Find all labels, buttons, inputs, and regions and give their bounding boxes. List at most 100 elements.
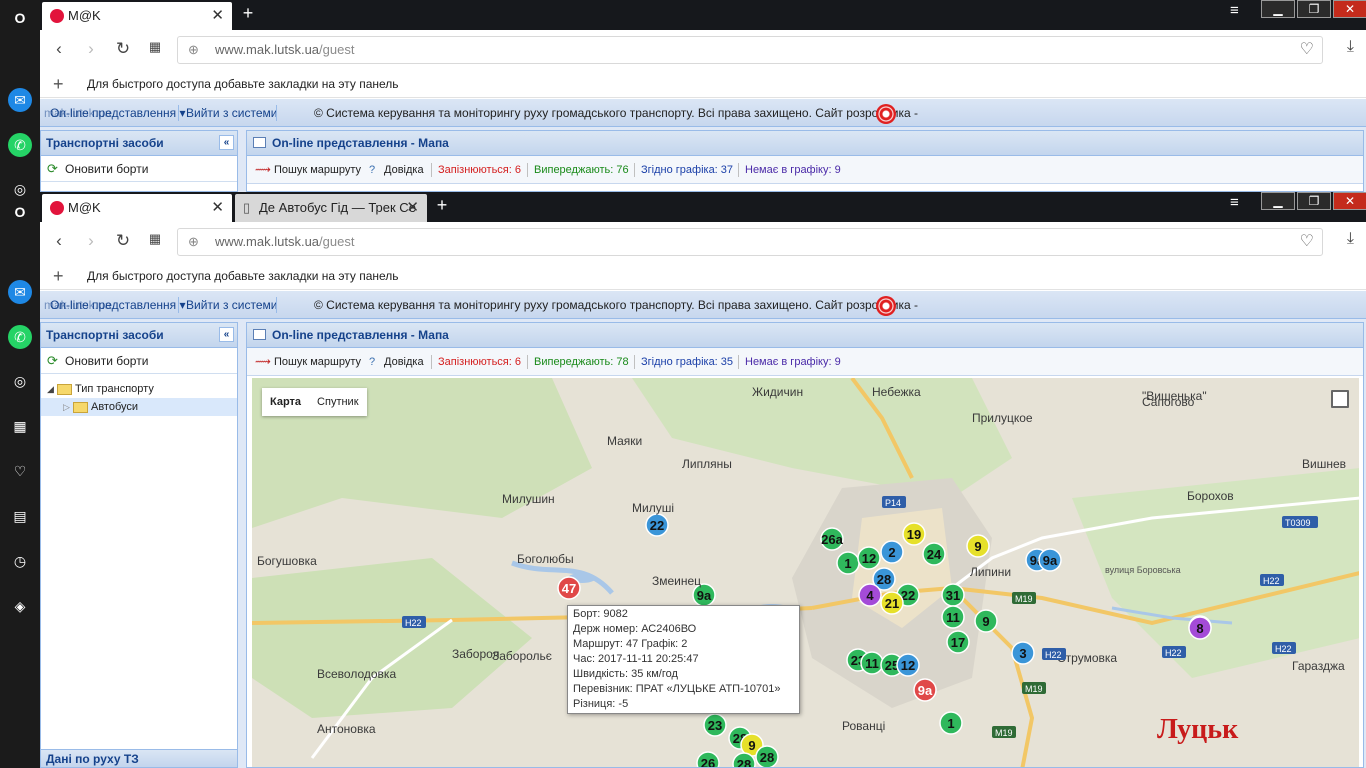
svg-text:H22: H22 <box>1165 648 1182 658</box>
tab-bus-guide[interactable]: ▯ Де Автобус Гід — Трек Се ✕ <box>235 194 427 222</box>
map-type-control[interactable]: Карта Спутник <box>262 388 367 416</box>
road-label: H22 <box>1042 648 1066 660</box>
address-bar-row-2: ‹ › ↻ ▦ ⊕ www.mak.lutsk.ua/guest ♡ ⤓ <box>40 222 1366 262</box>
url-field-2[interactable]: ⊕ www.mak.lutsk.ua/guest ♡ <box>177 228 1323 256</box>
place-labels-layer: Жидичин НебежкаПрилуцкоеСапогово"Вишенька… <box>257 385 1346 738</box>
history-icon[interactable]: ◷ <box>8 549 32 573</box>
download-icon[interactable]: ⤓ <box>1347 38 1354 56</box>
heart-icon[interactable]: ♡ <box>8 459 32 483</box>
tree-node-buses[interactable]: ▷ Автобуси <box>41 398 237 416</box>
forward-icon-2[interactable]: › <box>80 231 102 251</box>
collapse-icon[interactable]: « <box>219 135 234 150</box>
speed-dial-icon[interactable]: ▦ <box>144 39 166 55</box>
refresh-icon-2: ⟳ <box>47 353 58 368</box>
menu-online-view[interactable]: On-line представлення ▾ <box>50 99 186 127</box>
map-type-satellite-button[interactable]: Спутник <box>309 388 366 416</box>
place-label: Милушин <box>502 492 555 506</box>
late-count[interactable]: Запізнюються: 6 <box>438 156 521 184</box>
ahead-count[interactable]: Випереджають: 76 <box>534 156 629 184</box>
doc-icon: ▯ <box>243 200 251 215</box>
road-label: H22 <box>402 616 426 628</box>
logout-link-2[interactable]: Вийти з системи <box>186 291 277 319</box>
place-label: Боголюбы <box>517 552 574 566</box>
speed-dial-icon-2[interactable]: ▦ <box>144 231 166 247</box>
logout-link[interactable]: Вийти з системи <box>186 99 277 127</box>
place-label: "Вишенька" <box>1142 389 1207 403</box>
reload-icon-2[interactable]: ↻ <box>112 231 134 251</box>
minimize-button[interactable]: ▁ <box>1261 0 1295 18</box>
bookmark-heart-icon-2[interactable]: ♡ <box>1300 229 1314 255</box>
status-bar-2: ⟿ Пошук маршруту ? Довідка Запізнюються:… <box>247 348 1363 376</box>
tab-mak[interactable]: M@K ✕ <box>42 2 232 30</box>
folder-icon <box>56 383 72 395</box>
developer-logo[interactable] <box>876 103 896 124</box>
window-close-button-2[interactable]: ✕ <box>1333 192 1366 210</box>
forward-icon[interactable]: › <box>80 39 102 59</box>
route-search-link-2[interactable]: Пошук маршруту <box>274 348 361 376</box>
window-close-button[interactable]: ✕ <box>1333 0 1366 18</box>
grid-icon <box>253 137 266 148</box>
late-count-2[interactable]: Запізнюються: 6 <box>438 348 521 376</box>
new-tab-button-2[interactable]: + <box>431 195 453 216</box>
on-schedule-count[interactable]: Згідно графіка: 37 <box>641 156 733 184</box>
vehicle-tooltip: Борт: 9082 Держ номер: АС2406ВО Маршрут:… <box>567 605 800 714</box>
menu-icon[interactable]: ≡ <box>1230 2 1239 19</box>
menu-icon-2[interactable]: ≡ <box>1230 194 1239 211</box>
place-label: Струмовка <box>1057 651 1117 665</box>
new-tab-button[interactable]: + <box>237 3 259 24</box>
tree-node-transport-type[interactable]: ◢ Тип транспорту <box>41 380 237 398</box>
place-label: Милуші <box>632 501 674 515</box>
off-schedule-count[interactable]: Немає в графіку: 9 <box>745 156 841 184</box>
tab-mak-2[interactable]: M@K ✕ <box>42 194 232 222</box>
add-bookmark-icon-2[interactable]: + <box>53 262 64 290</box>
url-field[interactable]: ⊕ www.mak.lutsk.ua/guest ♡ <box>177 36 1323 64</box>
close-icon-3[interactable]: ✕ <box>406 194 419 222</box>
bookmarks-bar-2: + Для быстрого доступа добавьте закладки… <box>40 262 1366 290</box>
news-icon[interactable]: ▤ <box>8 504 32 528</box>
add-bookmark-icon[interactable]: + <box>53 70 64 98</box>
route-search-link[interactable]: Пошук маршруту <box>274 156 361 184</box>
bookmark-heart-icon[interactable]: ♡ <box>1300 37 1314 63</box>
close-icon[interactable]: ✕ <box>211 2 224 30</box>
maximize-button-2[interactable]: ❐ <box>1297 192 1331 210</box>
back-icon-2[interactable]: ‹ <box>48 231 70 251</box>
fullscreen-icon[interactable] <box>1331 390 1349 408</box>
messenger-icon-2[interactable]: ✉ <box>8 280 32 304</box>
refresh-button[interactable]: ⟳ Оновити борти <box>41 156 237 182</box>
opera-icon-2[interactable]: O <box>8 200 32 224</box>
whatsapp-icon-2[interactable]: ✆ <box>8 325 32 349</box>
opera-icon[interactable]: O <box>8 6 32 30</box>
off-schedule-count-2[interactable]: Немає в графіку: 9 <box>745 348 841 376</box>
on-schedule-count-2[interactable]: Згідно графіка: 35 <box>641 348 733 376</box>
collapse-icon-2[interactable]: « <box>219 327 234 342</box>
road-label: M19 <box>1012 592 1036 604</box>
reload-icon[interactable]: ↻ <box>112 39 134 59</box>
map-type-map-button[interactable]: Карта <box>262 388 309 416</box>
map-panel-header: On-line представлення - Мапа <box>247 131 1363 156</box>
developer-logo-2[interactable] <box>876 295 896 316</box>
help-link-2[interactable]: Довідка <box>384 348 424 376</box>
cube-icon[interactable]: ◈ <box>8 594 32 618</box>
help-link[interactable]: Довідка <box>384 156 424 184</box>
camera-icon[interactable]: ◎ <box>8 177 32 201</box>
menu-online-view-2[interactable]: On-line представлення ▾ <box>50 291 186 319</box>
messenger-icon[interactable]: ✉ <box>8 88 32 112</box>
apps-icon[interactable]: ▦ <box>8 414 32 438</box>
back-icon[interactable]: ‹ <box>48 39 70 59</box>
collapsed-arrow-icon[interactable]: ▷ <box>63 402 70 412</box>
map-canvas[interactable]: 22479а26а11221928422212499а9а31119338172… <box>252 378 1359 767</box>
close-icon-2[interactable]: ✕ <box>211 194 224 222</box>
ahead-count-2[interactable]: Випереджають: 78 <box>534 348 629 376</box>
app-menu-2: mak.lutsk.ua On-line представлення ▾ Вий… <box>40 291 1366 319</box>
maximize-button[interactable]: ❐ <box>1297 0 1331 18</box>
whatsapp-icon[interactable]: ✆ <box>8 133 32 157</box>
tab-bar-2: M@K ✕ ▯ Де Автобус Гід — Трек Се ✕ + ≡ ▁… <box>40 192 1366 222</box>
minimize-button-2[interactable]: ▁ <box>1261 192 1295 210</box>
refresh-button-2[interactable]: ⟳ Оновити борти <box>41 348 237 374</box>
expand-icon[interactable]: ◢ <box>47 384 54 394</box>
movement-data-header[interactable]: Дані по руху ТЗ <box>41 749 237 767</box>
camera-icon-2[interactable]: ◎ <box>8 369 32 393</box>
download-icon-2[interactable]: ⤓ <box>1347 230 1354 248</box>
svg-text:H22: H22 <box>1275 644 1292 654</box>
svg-text:M19: M19 <box>1025 684 1043 694</box>
